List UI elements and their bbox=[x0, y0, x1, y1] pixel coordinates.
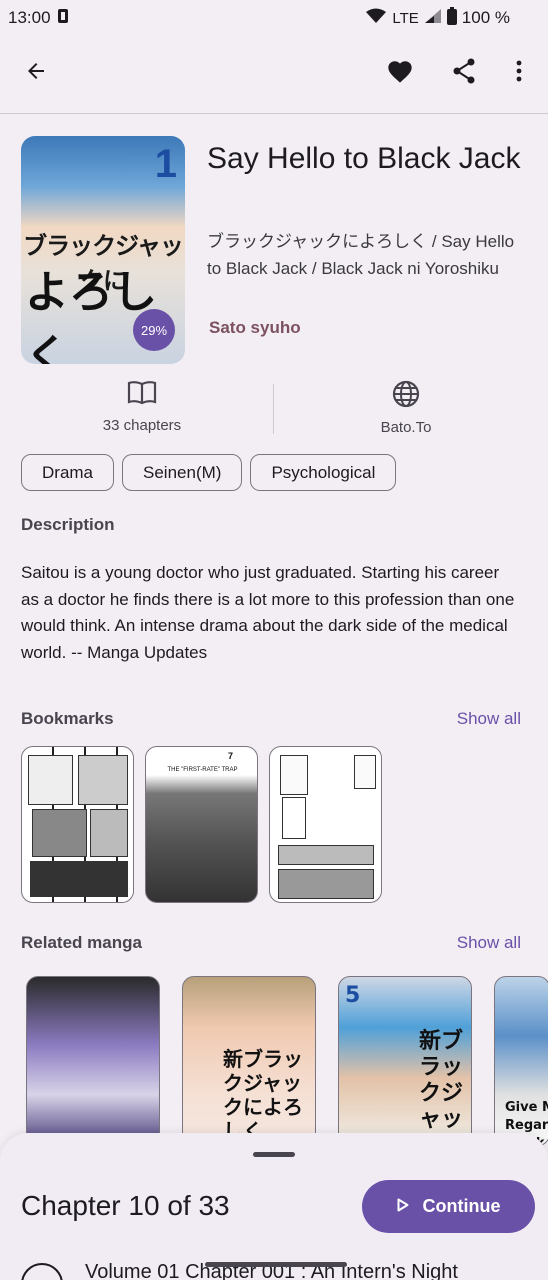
more-vert-icon bbox=[516, 60, 522, 87]
share-icon bbox=[452, 58, 476, 89]
author-name[interactable]: Sato syuho bbox=[209, 318, 301, 338]
related-cover-title: 新ブラックジャックによろしく bbox=[223, 1047, 303, 1143]
chapters-info: 33 chapters bbox=[12, 380, 272, 434]
genre-chips: Drama Seinen(M) Psychological bbox=[21, 454, 397, 491]
description-heading: Description bbox=[21, 515, 115, 534]
info-divider bbox=[273, 384, 274, 434]
back-button[interactable] bbox=[12, 49, 60, 97]
genre-chip[interactable]: Psychological bbox=[250, 454, 397, 491]
genre-chip[interactable]: Seinen(M) bbox=[122, 454, 243, 491]
genre-chip[interactable]: Drama bbox=[21, 454, 115, 491]
chapters-count: 33 chapters bbox=[102, 417, 182, 434]
share-button[interactable] bbox=[440, 49, 488, 97]
related-cover-volume: 5 bbox=[345, 983, 361, 1008]
bookmark-thumbnail[interactable]: 7 THE "FIRST-RATE" TRAP bbox=[145, 746, 258, 903]
related-cover-title: 新ブラックジャックによろしく bbox=[419, 1029, 464, 1145]
bookmark-page-number: 7 bbox=[228, 751, 234, 761]
description-text[interactable]: Saitou is a young doctor who just gradua… bbox=[21, 560, 521, 666]
heart-icon bbox=[386, 58, 414, 89]
bookmark-thumbnail[interactable] bbox=[21, 746, 134, 903]
notification-icon bbox=[57, 8, 69, 29]
battery-label: 100 % bbox=[461, 8, 510, 27]
alternative-titles: ブラックジャックによろしく / Say Hello to Black Jack … bbox=[207, 232, 515, 278]
chapter-progress-text: Chapter 10 of 33 bbox=[21, 1190, 230, 1221]
continue-button[interactable]: Continue bbox=[362, 1180, 535, 1233]
bookmark-page-caption: THE "FIRST-RATE" TRAP bbox=[167, 767, 238, 773]
status-bar: 13:00 LTE 100 % bbox=[0, 0, 548, 36]
globe-icon bbox=[392, 380, 420, 412]
wifi-icon bbox=[365, 8, 387, 29]
network-label: LTE bbox=[392, 9, 419, 27]
source-name: Bato.To bbox=[380, 419, 432, 436]
play-icon bbox=[397, 1196, 409, 1217]
signal-icon bbox=[424, 8, 442, 29]
reading-progress-badge: 29% bbox=[133, 309, 175, 351]
manga-cover[interactable]: 1 ブラックジャックに よろしく 29% bbox=[21, 136, 185, 364]
favorite-button[interactable] bbox=[376, 49, 424, 97]
bookmark-thumbnail[interactable] bbox=[269, 746, 382, 903]
continue-bottom-sheet: Chapter 10 of 33 Continue Volume 01 Chap… bbox=[0, 1133, 548, 1280]
overflow-menu-button[interactable] bbox=[495, 49, 543, 97]
related-manga-cover[interactable]: 新ブラックジャックによろしく bbox=[182, 976, 316, 1146]
bookmarks-heading: Bookmarks bbox=[21, 709, 114, 728]
related-manga-list: 新ブラックジャックによろしく 5 新ブラックジャックによろしく Give My … bbox=[26, 976, 548, 1146]
book-open-icon bbox=[127, 381, 157, 410]
related-manga-cover[interactable]: Give My Regards to Black Jack bbox=[494, 976, 548, 1146]
sheet-drag-handle[interactable] bbox=[253, 1152, 295, 1157]
manga-title: Say Hello to Black Jack bbox=[207, 142, 521, 175]
related-manga-cover[interactable] bbox=[26, 976, 160, 1146]
bookmarks-list: 7 THE "FIRST-RATE" TRAP bbox=[21, 746, 382, 903]
source-info[interactable]: Bato.To bbox=[276, 380, 536, 436]
cover-volume-number: 1 bbox=[154, 142, 177, 186]
chapter-status-icon bbox=[21, 1263, 63, 1280]
battery-icon bbox=[446, 6, 457, 30]
related-manga-heading: Related manga bbox=[21, 933, 142, 952]
related-manga-cover[interactable]: 5 新ブラックジャックによろしく bbox=[338, 976, 472, 1146]
status-time: 13:00 bbox=[8, 8, 51, 27]
gesture-navigation-bar[interactable] bbox=[205, 1262, 347, 1267]
bookmarks-show-all-link[interactable]: Show all bbox=[457, 709, 521, 729]
continue-label: Continue bbox=[422, 1196, 501, 1216]
info-row: 33 chapters Bato.To bbox=[0, 380, 548, 440]
top-app-bar bbox=[0, 36, 548, 114]
related-show-all-link[interactable]: Show all bbox=[457, 933, 521, 953]
arrow-back-icon bbox=[24, 59, 48, 88]
